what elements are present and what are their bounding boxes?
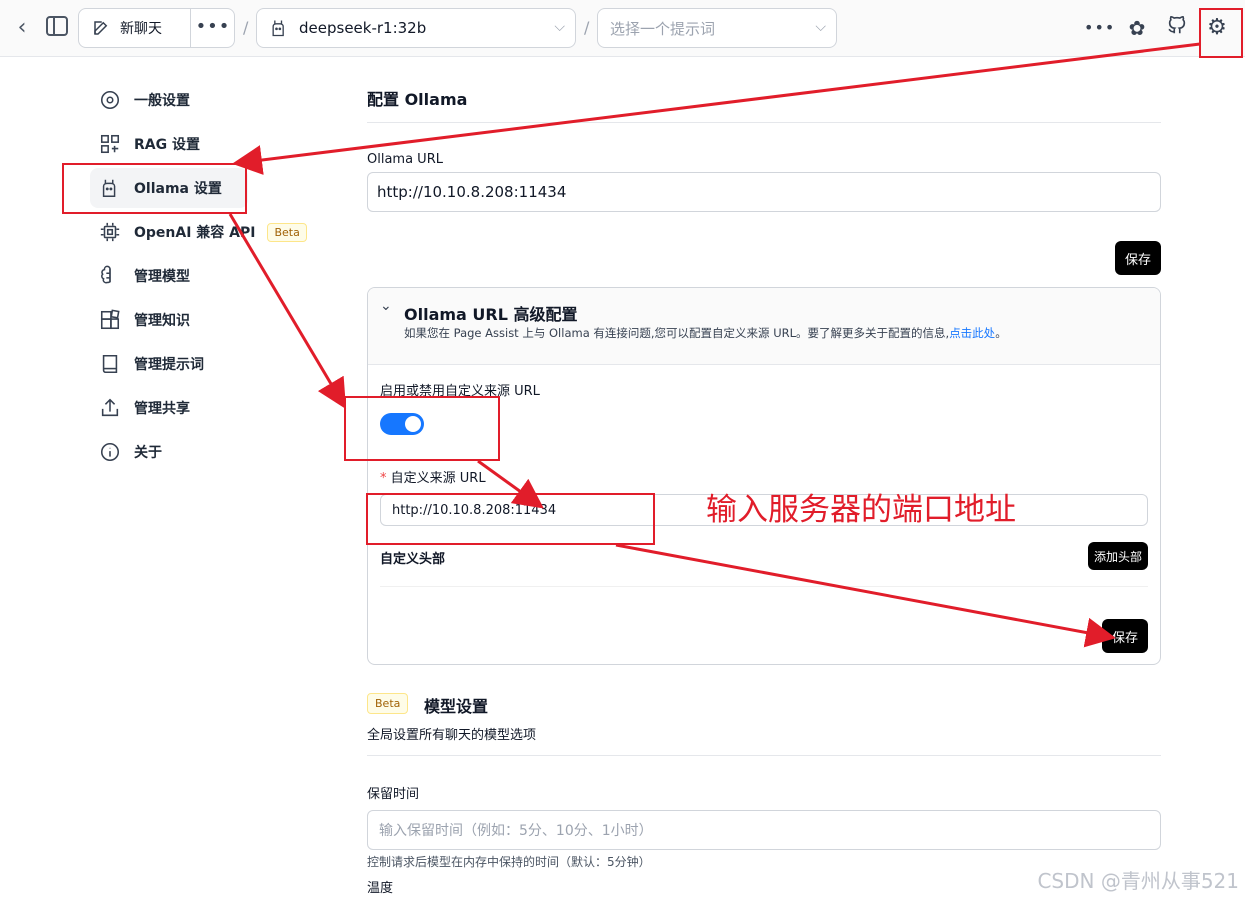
annotation-text: 输入服务器的端口地址 — [706, 492, 1016, 528]
arrow-ollama-to-toggle — [228, 213, 347, 410]
arrow-toggle-to-url — [477, 459, 544, 509]
annotation-arrows — [228, 42, 1201, 648]
watermark: CSDN @青州从事521 — [1037, 869, 1239, 893]
arrow-settings-to-ollama — [232, 42, 1201, 175]
arrow-url-to-save — [615, 543, 1116, 648]
